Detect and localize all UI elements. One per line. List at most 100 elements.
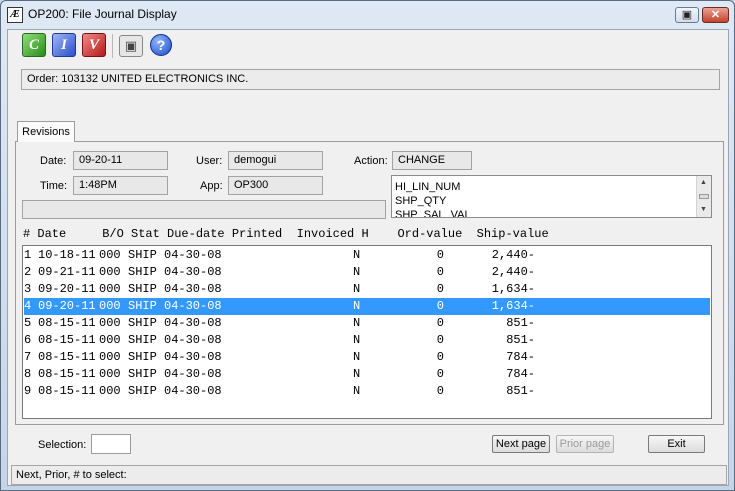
scroll-down-icon[interactable]: ▼ [700,206,707,213]
cell-due: 04-30-08 [164,367,222,381]
window-title: OP200: File Journal Display [28,7,177,21]
cell-num: 1 [24,248,32,262]
user-field: demogui [228,151,323,170]
cell-ship: 784- [506,367,535,381]
camera-icon[interactable]: ▣ [119,35,143,57]
next-page-button[interactable]: Next page [492,435,550,453]
changed-fields-list[interactable]: HI_LIN_NUM SHP_QTY SHP_SAL_VAL ▲ ▼ [391,175,712,218]
list-item[interactable]: HI_LIN_NUM [392,180,471,194]
table-row[interactable]: 1 10-18-11 000 SHIP 04-30-08 N 0 2,440- [24,247,710,264]
list-scrollbar[interactable]: ▲ ▼ [696,176,711,217]
cell-due: 04-30-08 [164,333,222,347]
cell-ship: 851- [506,316,535,330]
table-row[interactable]: 3 09-20-11 000 SHIP 04-30-08 N 0 1,634- [24,281,710,298]
table-row[interactable]: 9 08-15-11 000 SHIP 04-30-08 N 0 851- [24,383,710,400]
prior-page-button[interactable]: Prior page [556,435,614,453]
scroll-up-icon[interactable]: ▲ [700,179,707,186]
v-icon[interactable]: V [82,33,106,57]
date-field: 09-20-11 [73,151,168,170]
cell-ship: 2,440- [491,248,535,262]
cell-num: 3 [24,282,32,296]
cell-stat: SHIP [128,350,157,364]
toolbar-separator [112,34,113,58]
cell-h: N [353,384,361,398]
table-row[interactable]: 7 08-15-11 000 SHIP 04-30-08 N 0 784- [24,349,710,366]
selection-label: Selection: [38,439,87,451]
date-label: Date: [40,155,67,167]
status-bar: Next, Prior, # to select: [11,465,727,485]
cell-bo: 000 [99,248,121,262]
table-row[interactable]: 6 08-15-11 000 SHIP 04-30-08 N 0 851- [24,332,710,349]
order-info: Order: 103132 UNITED ELECTRONICS INC. [21,69,720,90]
help-icon[interactable]: ? [150,34,172,56]
cell-ord: 0 [436,316,444,330]
app-label: App: [200,180,223,192]
cell-num: 7 [24,350,32,364]
close-icon[interactable]: ✕ [702,7,729,23]
i-icon[interactable]: I [52,33,76,57]
cell-ord: 0 [436,265,444,279]
title-bar: Æ OP200: File Journal Display ▣ ✕ [1,1,734,29]
cell-ord: 0 [436,282,444,296]
cell-ord: 0 [436,299,444,313]
cell-ship: 851- [506,333,535,347]
cell-date: 08-15-11 [38,367,96,381]
cell-num: 2 [24,265,32,279]
cell-bo: 000 [99,333,121,347]
user-label: User: [196,155,223,167]
client-area: C I V ▣ ? Order: 103132 UNITED ELECTRONI… [7,29,729,486]
cell-due: 04-30-08 [164,248,222,262]
exit-button[interactable]: Exit [648,435,705,453]
cell-ship: 851- [506,384,535,398]
cell-stat: SHIP [128,316,157,330]
cell-stat: SHIP [128,282,157,296]
blank-field [22,200,386,219]
cell-bo: 000 [99,265,121,279]
cell-h: N [353,282,361,296]
journal-table[interactable]: 1 10-18-11 000 SHIP 04-30-08 N 0 2,440- 2 09-21-1… [22,245,712,419]
cell-date: 09-20-11 [38,299,96,313]
cell-bo: 000 [99,299,121,313]
table-row[interactable]: 5 08-15-11 000 SHIP 04-30-08 N 0 851- [24,315,710,332]
cell-ord: 0 [436,248,444,262]
cell-num: 8 [24,367,32,381]
cell-ship: 784- [506,350,535,364]
table-row[interactable]: 8 08-15-11 000 SHIP 04-30-08 N 0 784- [24,366,710,383]
cell-ord: 0 [436,333,444,347]
cell-stat: SHIP [128,299,157,313]
cell-stat: SHIP [128,265,157,279]
table-row[interactable]: 4 09-20-11 000 SHIP 04-30-08 N 0 1,634- [24,298,710,315]
cell-due: 04-30-08 [164,316,222,330]
app-field: OP300 [228,176,323,195]
cell-h: N [353,299,361,313]
table-row[interactable]: 2 09-21-11 000 SHIP 04-30-08 N 0 2,440- [24,264,710,281]
cell-bo: 000 [99,316,121,330]
cell-due: 04-30-08 [164,265,222,279]
tab-revisions[interactable]: Revisions [17,121,75,142]
cell-bo: 000 [99,350,121,364]
cell-stat: SHIP [128,248,157,262]
cell-date: 10-18-11 [38,248,96,262]
time-field: 1:48PM [73,176,168,195]
cell-num: 9 [24,384,32,398]
cell-ord: 0 [436,350,444,364]
scroll-thumb[interactable] [699,194,709,199]
cell-date: 08-15-11 [38,333,96,347]
cell-num: 5 [24,316,32,330]
c-icon[interactable]: C [22,33,46,57]
cell-date: 08-15-11 [38,316,96,330]
cell-bo: 000 [99,384,121,398]
cell-ship: 2,440- [491,265,535,279]
cell-num: 6 [24,333,32,347]
restore-icon[interactable]: ▣ [675,7,699,23]
cell-due: 04-30-08 [164,299,222,313]
cell-ord: 0 [436,384,444,398]
cell-ship: 1,634- [491,299,535,313]
table-header: # Date B/O Stat Due-date Printed Invoice… [23,227,549,241]
list-item[interactable]: SHP_SAL_VAL [392,208,471,217]
selection-input[interactable] [91,434,131,454]
list-item[interactable]: SHP_QTY [392,194,471,208]
cell-stat: SHIP [128,384,157,398]
cell-due: 04-30-08 [164,384,222,398]
cell-date: 08-15-11 [38,350,96,364]
